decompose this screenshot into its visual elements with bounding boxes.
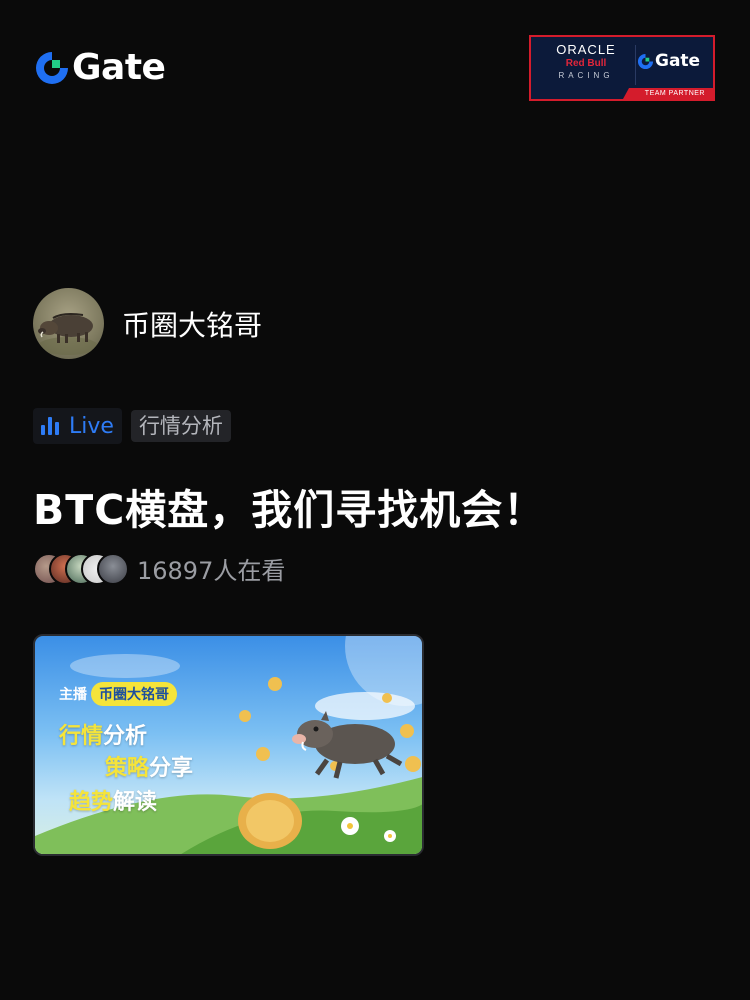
host-avatar[interactable] (33, 288, 104, 359)
cover-line-2-rest: 分享 (149, 756, 194, 781)
team-partner-text: TEAM PARTNER (644, 90, 705, 97)
viewer-info: 16897人在看 (33, 551, 285, 586)
gate-mini-icon (637, 53, 654, 69)
cover-line-3: 趋势解读 (69, 784, 157, 816)
gate-logo-text: Gate (72, 47, 166, 88)
viewer-count: 16897人在看 (137, 557, 286, 585)
cover-host-label: 主播 (59, 687, 87, 703)
host-info[interactable]: 币圈大铭哥 (33, 288, 262, 359)
racing-text: RACING (558, 71, 614, 80)
cover-line-3-highlight: 趋势 (69, 790, 114, 815)
live-stream-page: Gate ORACLE Red Bull RACING Gate TEAM PA… (0, 0, 750, 1000)
oracle-text: ORACLE (556, 42, 616, 57)
stream-title: BTC横盘，我们寻找机会！ (33, 486, 546, 534)
cover-line-1-highlight: 行情 (59, 724, 104, 749)
gate-logo[interactable]: Gate (34, 47, 166, 88)
cover-line-1: 行情分析 (59, 718, 147, 750)
boar-avatar-icon (38, 313, 98, 355)
gate-logo-icon (36, 52, 68, 84)
cover-host-name: 币圈大铭哥 (91, 682, 177, 706)
red-bull-text: Red Bull (565, 58, 607, 69)
partner-gate-logo: Gate (637, 51, 700, 71)
cover-host-row: 主播 币圈大铭哥 (59, 682, 177, 706)
stream-cover-card[interactable]: 主播 币圈大铭哥 行情分析 策略分享 趋势解读 (33, 634, 424, 856)
cover-line-2-highlight: 策略 (105, 756, 150, 781)
cover-line-3-rest: 解读 (113, 790, 158, 815)
cover-line-2: 策略分享 (105, 750, 193, 782)
viewer-avatar-stack (33, 552, 129, 585)
red-bull-racing-logo: ORACLE Red Bull RACING (539, 43, 633, 82)
badge-divider (635, 45, 636, 85)
cover-line-1-rest: 分析 (103, 724, 148, 749)
team-partner-badge: ORACLE Red Bull RACING Gate TEAM PARTNER (529, 35, 715, 101)
category-tag[interactable]: 行情分析 (130, 410, 231, 442)
live-bars-icon (41, 417, 59, 435)
partner-gate-text: Gate (655, 51, 701, 71)
viewer-avatar (97, 552, 129, 585)
live-label: Live (69, 413, 114, 439)
stream-tags: Live 行情分析 (33, 408, 231, 444)
host-name[interactable]: 币圈大铭哥 (122, 304, 262, 344)
live-badge: Live (33, 408, 122, 444)
